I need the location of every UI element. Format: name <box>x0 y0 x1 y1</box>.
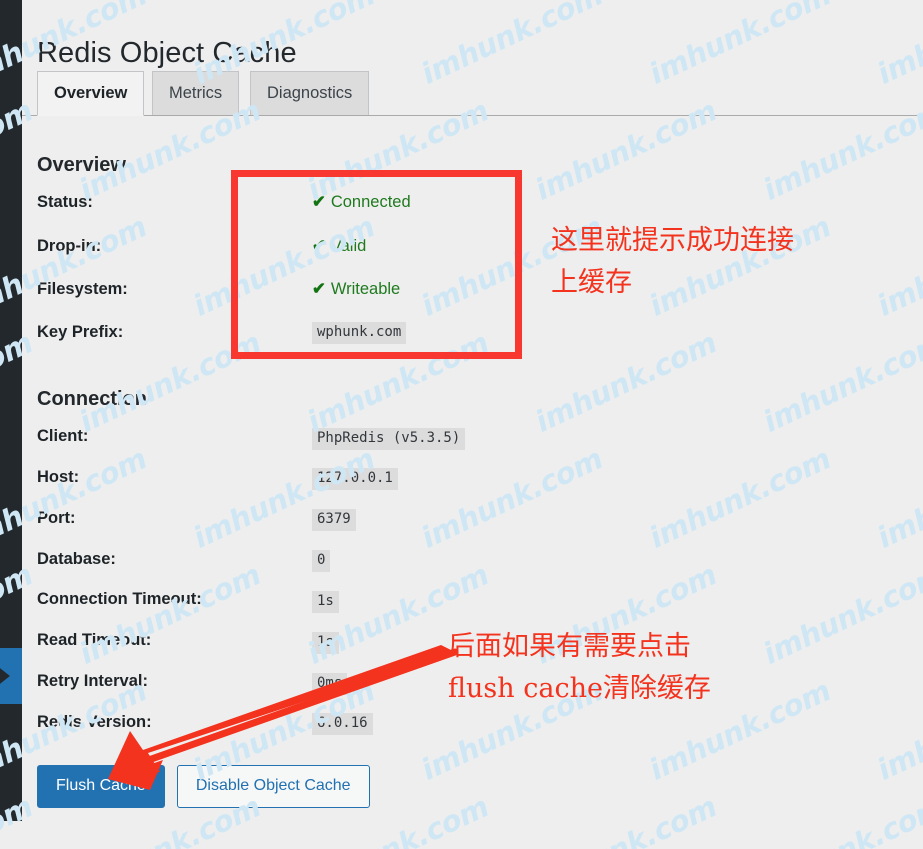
tab-diagnostics[interactable]: Diagnostics <box>250 71 370 115</box>
page-title: Redis Object Cache <box>37 37 297 70</box>
field-label-connection-timeout: Connection Timeout: <box>37 590 202 608</box>
field-value-status-text: Connected <box>330 193 411 211</box>
field-value-client: PhpRedis (v5.3.5) <box>312 428 466 450</box>
field-value-database: 0 <box>312 550 331 572</box>
field-label-host: Host: <box>37 468 80 486</box>
field-label-port: Port: <box>37 509 76 527</box>
check-icon: ✔ <box>312 237 326 255</box>
check-icon: ✔ <box>312 193 326 211</box>
tab-metrics-label: Metrics <box>169 84 223 102</box>
field-value-status: ✔ Connected <box>312 192 411 212</box>
tab-overview-label: Overview <box>54 84 128 102</box>
button-row: Flush Cache Disable Object Cache <box>37 765 370 808</box>
check-icon: ✔ <box>312 280 326 298</box>
field-value-dropin: ✔ Valid <box>312 236 366 256</box>
main-content: Redis Object Cache Overview Metrics Diag… <box>22 0 923 849</box>
field-label-redis-version: Redis Version: <box>37 713 152 731</box>
flush-cache-button[interactable]: Flush Cache <box>37 765 165 808</box>
connection-section-heading: Connection <box>37 387 147 410</box>
tab-metrics[interactable]: Metrics <box>152 71 240 115</box>
field-label-read-timeout: Read Timeout: <box>37 631 152 649</box>
field-value-retry-interval: 0ms <box>312 673 348 695</box>
field-value-filesystem-text: Writeable <box>330 280 401 298</box>
field-value-port: 6379 <box>312 509 356 531</box>
field-value-dropin-text: Valid <box>330 237 367 255</box>
field-label-retry-interval: Retry Interval: <box>37 672 148 690</box>
tab-bar: Overview Metrics Diagnostics <box>22 71 923 116</box>
field-label-dropin: Drop-in: <box>37 237 102 255</box>
overview-section-heading: Overview <box>37 153 126 176</box>
field-label-filesystem: Filesystem: <box>37 280 128 298</box>
field-value-key-prefix: wphunk.com <box>312 322 407 344</box>
disable-object-cache-button[interactable]: Disable Object Cache <box>176 765 370 808</box>
tab-overview[interactable]: Overview <box>37 71 145 116</box>
field-label-client: Client: <box>37 427 89 445</box>
field-value-redis-version: 6.0.16 <box>312 713 373 735</box>
field-value-read-timeout: 1s <box>312 632 339 654</box>
field-value-filesystem: ✔ Writeable <box>312 279 400 299</box>
field-label-status: Status: <box>37 193 93 211</box>
tab-diagnostics-label: Diagnostics <box>267 84 353 102</box>
field-label-key-prefix: Key Prefix: <box>37 323 124 341</box>
field-label-database: Database: <box>37 550 116 568</box>
field-value-connection-timeout: 1s <box>312 591 339 613</box>
field-value-host: 127.0.0.1 <box>312 468 398 490</box>
